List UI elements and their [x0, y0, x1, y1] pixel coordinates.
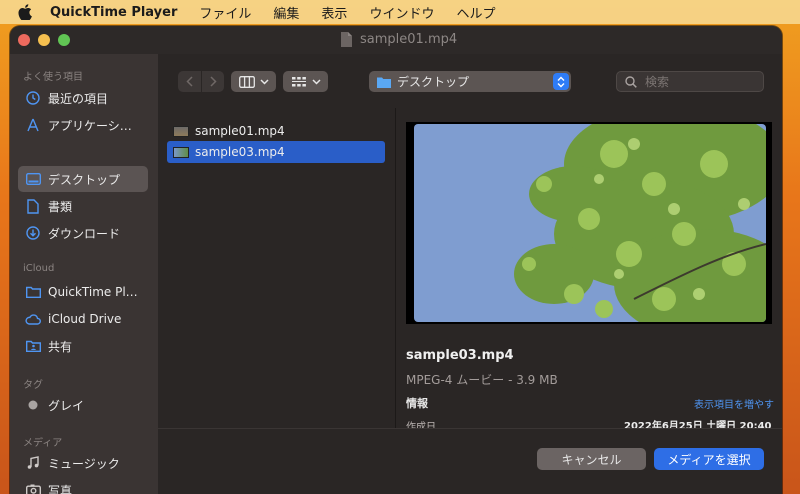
updown-chevron-icon — [557, 76, 565, 87]
cloud-icon — [25, 311, 41, 327]
back-forward-group — [178, 71, 224, 92]
menu-app-name[interactable]: QuickTime Player — [50, 5, 177, 20]
dialog-footer: キャンセル メディアを選択 — [158, 428, 782, 494]
choose-media-button[interactable]: メディアを選択 — [654, 448, 764, 470]
sidebar-section-tags: タグ — [23, 380, 43, 391]
sidebar-item-downloads[interactable]: ダウンロード — [18, 220, 148, 246]
window-title: sample01.mp4 — [360, 32, 458, 47]
video-preview-image — [414, 124, 766, 322]
title-bar: sample01.mp4 — [10, 26, 782, 54]
show-more-link[interactable]: 表示項目を増やす — [694, 396, 774, 411]
grid-group-icon — [291, 76, 306, 86]
sidebar-item-label: グレイ — [48, 398, 85, 413]
sidebar-item-shared[interactable]: 共有 — [18, 333, 148, 359]
gray-tag-icon — [25, 397, 41, 413]
search-field[interactable]: 検索 — [616, 71, 764, 92]
sidebar-item-label: iCloud Drive — [48, 312, 122, 326]
search-placeholder: 検索 — [645, 75, 670, 89]
document-icon — [25, 198, 41, 214]
sidebar-section-icloud: iCloud — [23, 263, 55, 274]
video-thumbnail-icon — [173, 146, 189, 158]
folder-icon — [25, 284, 41, 300]
back-button[interactable] — [178, 71, 201, 92]
chevron-down-icon — [311, 78, 321, 85]
open-media-dialog: sample01.mp4 よく使う項目 最近の項目 アプリケーシ… デスクトップ — [10, 26, 782, 494]
document-icon — [341, 32, 352, 47]
forward-button[interactable] — [201, 71, 224, 92]
toolbar: デスクトップ 検索 — [158, 54, 782, 108]
file-row-sample03[interactable]: sample03.mp4 — [167, 141, 385, 163]
cancel-button[interactable]: キャンセル — [537, 448, 646, 470]
apps-icon — [25, 117, 41, 133]
sidebar-item-label: 最近の項目 — [48, 91, 109, 106]
desktop-icon — [25, 171, 41, 187]
preview-info-header: 情報 — [406, 397, 428, 410]
menu-bar: QuickTime Player ファイル 編集 表示 ウインドウ ヘルプ — [0, 0, 800, 24]
sidebar-item-label: QuickTime Pl… — [48, 285, 138, 299]
sidebar-item-label: アプリケーシ… — [48, 118, 132, 133]
menu-view[interactable]: 表示 — [321, 3, 347, 22]
download-icon — [25, 225, 41, 241]
popup-stepper — [553, 73, 569, 90]
sidebar-item-label: デスクトップ — [48, 172, 121, 187]
menu-edit[interactable]: 編集 — [273, 3, 299, 22]
sidebar-item-label: 共有 — [48, 339, 73, 354]
preview-file-name: sample03.mp4 — [406, 348, 514, 363]
sidebar-item-desktop[interactable]: デスクトップ — [18, 166, 148, 192]
file-list: sample01.mp4 sample03.mp4 — [158, 108, 396, 428]
music-icon — [25, 455, 41, 471]
file-name: sample03.mp4 — [195, 145, 285, 159]
location-popup[interactable]: デスクトップ — [369, 71, 571, 92]
view-mode-button[interactable] — [231, 71, 276, 92]
sidebar-item-recents[interactable]: 最近の項目 — [18, 85, 148, 111]
sidebar-item-tag-gray[interactable]: グレイ — [18, 392, 148, 418]
preview-file-kind: MPEG-4 ムービー - 3.9 MB — [406, 373, 558, 387]
sidebar-item-music[interactable]: ミュージック — [18, 450, 148, 476]
chevron-down-icon — [259, 78, 269, 85]
sidebar-item-applications[interactable]: アプリケーシ… — [18, 112, 148, 138]
shared-folder-icon — [25, 338, 41, 354]
sidebar-item-icloud-drive[interactable]: iCloud Drive — [18, 306, 148, 332]
sidebar-item-label: ミュージック — [48, 456, 120, 471]
chevron-left-icon — [186, 76, 193, 87]
location-label: デスクトップ — [397, 75, 470, 89]
video-thumbnail-icon — [173, 125, 189, 137]
clock-icon — [25, 90, 41, 106]
close-window-button[interactable] — [18, 34, 30, 46]
search-icon — [625, 75, 637, 88]
group-by-button[interactable] — [283, 71, 328, 92]
file-row-sample01[interactable]: sample01.mp4 — [167, 120, 385, 142]
chevron-right-icon — [209, 76, 217, 87]
sidebar-item-quicktime-folder[interactable]: QuickTime Pl… — [18, 279, 148, 305]
sidebar-item-documents[interactable]: 書類 — [18, 193, 148, 219]
window-title-group: sample01.mp4 — [340, 32, 457, 47]
column-view-icon — [238, 75, 255, 88]
camera-icon — [25, 482, 41, 494]
sidebar-item-label: 写真 — [48, 483, 73, 494]
menu-window[interactable]: ウインドウ — [369, 3, 434, 22]
sidebar-section-favorites: よく使う項目 — [23, 72, 83, 83]
zoom-window-button[interactable] — [58, 34, 70, 46]
sidebar-item-label: ダウンロード — [48, 226, 121, 241]
apple-logo-icon[interactable] — [18, 4, 32, 20]
sidebar: よく使う項目 最近の項目 アプリケーシ… デスクトップ 書類 ダウンロード iC… — [10, 54, 158, 494]
sidebar-section-media: メディア — [23, 438, 63, 449]
sidebar-item-label: 書類 — [48, 199, 73, 214]
file-name: sample01.mp4 — [195, 124, 285, 138]
menu-file[interactable]: ファイル — [199, 3, 251, 22]
minimize-window-button[interactable] — [38, 34, 50, 46]
sidebar-item-photos[interactable]: 写真 — [18, 477, 148, 494]
folder-icon — [377, 77, 391, 88]
menu-help[interactable]: ヘルプ — [456, 3, 495, 22]
